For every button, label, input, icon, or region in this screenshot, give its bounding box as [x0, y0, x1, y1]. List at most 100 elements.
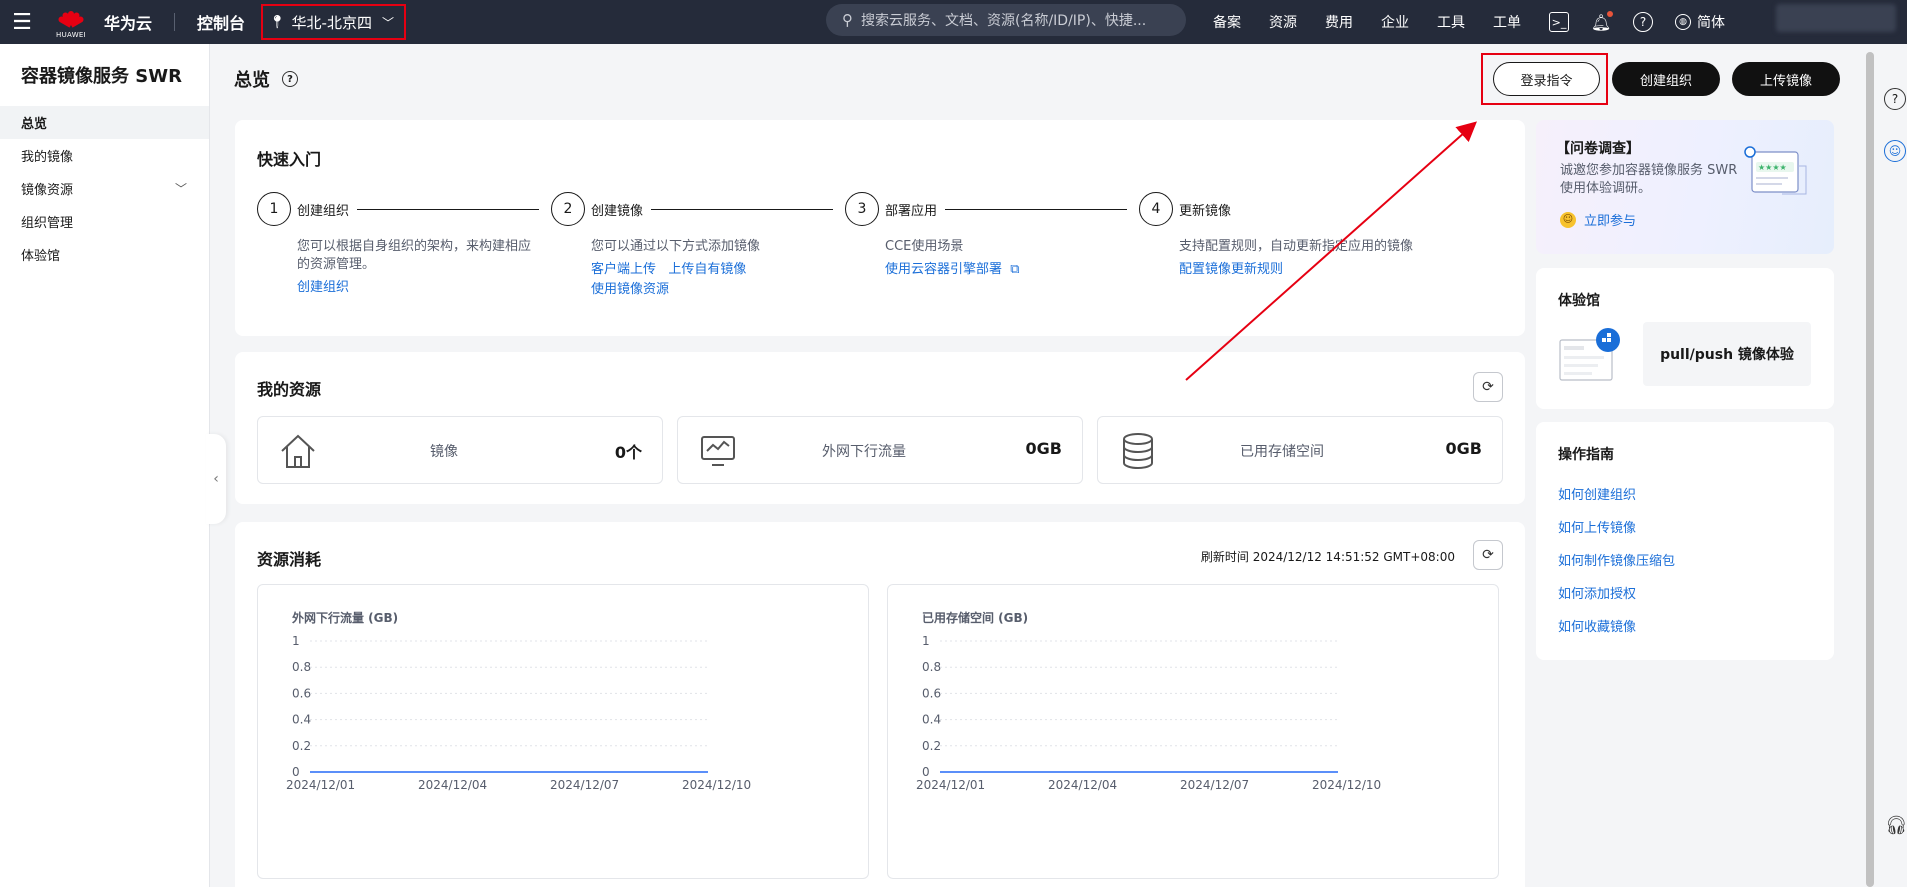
step-connector: [945, 208, 1128, 210]
sidebar-item-my-images[interactable]: 我的镜像: [0, 139, 209, 172]
customer-service-icon[interactable]: 🎧︎: [1885, 815, 1907, 836]
x-tick-label: 2024/12/04: [418, 778, 487, 792]
language-selector[interactable]: ◍ 简体: [1675, 12, 1725, 32]
guide-link-favorite-image[interactable]: 如何收藏镜像: [1558, 616, 1675, 649]
page-title-text: 总览: [234, 70, 270, 91]
guide-link-add-authorization[interactable]: 如何添加授权: [1558, 583, 1675, 616]
nav-billing[interactable]: 费用: [1325, 12, 1353, 32]
y-tick-label: 0.2: [292, 739, 311, 753]
nav-beian[interactable]: 备案: [1213, 12, 1241, 32]
resource-consumption-card: 资源消耗 刷新时间 2024/12/12 14:51:52 GMT+08:00 …: [235, 522, 1525, 887]
resource-value: 0GB: [1445, 439, 1482, 458]
nav-resources[interactable]: 资源: [1269, 12, 1297, 32]
guide-link-create-org[interactable]: 如何创建组织: [1558, 484, 1675, 517]
step-name: 创建镜像: [591, 203, 644, 219]
y-tick-label: 0.6: [292, 686, 311, 700]
chart-title: 外网下行流量 (GB): [292, 610, 398, 625]
region-selector[interactable]: 📍︎ 华北-北京四 ﹀: [261, 4, 406, 40]
step-connector: [651, 208, 834, 210]
refresh-button[interactable]: ⟳: [1473, 372, 1503, 402]
deploy-with-cce-link[interactable]: 使用云容器引擎部署: [885, 262, 1002, 277]
help-icon[interactable]: ?: [282, 71, 298, 87]
feedback-smiley-icon[interactable]: ☺: [1884, 140, 1906, 162]
step-number: 1: [257, 192, 291, 226]
my-resources-card: 我的资源 ⟳ 镜像 0个 外网下行流量 0GB 已用存储空间 0GB: [235, 352, 1525, 504]
docker-illustration-icon: [1559, 328, 1620, 381]
nav-tickets[interactable]: 工单: [1493, 12, 1521, 32]
sidebar-item-overview[interactable]: 总览: [0, 106, 209, 139]
y-tick-label: 0.4: [292, 713, 311, 727]
experience-hall-title: 体验馆: [1558, 293, 1600, 309]
resource-traffic: 外网下行流量 0GB: [677, 416, 1083, 484]
external-link-icon: ⧉: [1006, 262, 1020, 277]
survey-illustration-icon: ★★★★: [1744, 146, 1807, 195]
sidebar-item-org-management[interactable]: 组织管理: [0, 205, 209, 238]
sidebar-item-experience-hall[interactable]: 体验馆: [0, 238, 209, 271]
search-icon: ⚲: [842, 11, 853, 29]
y-tick-label: 0.8: [292, 660, 311, 674]
create-org-link[interactable]: 创建组织: [297, 280, 349, 295]
sidebar-item-image-resources[interactable]: 镜像资源 ﹀: [0, 172, 209, 205]
menu-icon[interactable]: ☰: [0, 0, 44, 44]
x-tick-label: 2024/12/10: [682, 778, 751, 792]
nav-tools[interactable]: 工具: [1437, 12, 1465, 32]
search-placeholder: 搜索云服务、文档、资源(名称/ID/IP)、快捷...: [861, 13, 1147, 29]
nav-enterprise[interactable]: 企业: [1381, 12, 1409, 32]
help-icon[interactable]: ?: [1633, 12, 1653, 32]
step-description: 您可以根据自身组织的架构，来构建相应的资源管理。: [297, 239, 532, 272]
guide-link-upload-image[interactable]: 如何上传镜像: [1558, 517, 1675, 550]
survey-description: 诚邀您参加容器镜像服务 SWR 使用体验调研。: [1560, 163, 1738, 196]
service-title: 容器镜像服务 SWR: [21, 66, 182, 87]
step-description: 支持配置规则，自动更新指定应用的镜像: [1179, 239, 1414, 254]
survey-card: 【问卷调查】 诚邀您参加容器镜像服务 SWR 使用体验调研。 ☺ 立即参与 ★★…: [1536, 120, 1834, 254]
step-number: 2: [551, 192, 585, 226]
image-update-rules-link[interactable]: 配置镜像更新规则: [1179, 262, 1283, 277]
y-tick-label: 1: [922, 634, 930, 648]
x-tick-label: 2024/12/07: [550, 778, 619, 792]
guide-link-make-package[interactable]: 如何制作镜像压缩包: [1558, 550, 1675, 583]
create-org-button[interactable]: 创建组织: [1612, 62, 1720, 96]
step-1: 1 创建组织 您可以根据自身组织的架构，来构建相应的资源管理。 创建组织: [257, 192, 540, 298]
y-tick-label: 0.8: [922, 660, 941, 674]
y-tick-label: 0: [922, 765, 930, 779]
images-link[interactable]: 镜像: [430, 441, 458, 461]
refresh-time: 刷新时间 2024/12/12 14:51:52 GMT+08:00: [1200, 550, 1455, 564]
experience-hall-card: 体验馆 pull/push 镜像体验: [1536, 268, 1834, 409]
pull-push-experience-button[interactable]: pull/push 镜像体验: [1643, 322, 1811, 386]
upload-own-image-link[interactable]: 上传自有镜像: [668, 262, 746, 277]
traffic-chart: 外网下行流量 (GB) 0 0.2 0.4 0.6 0.8 1 2024/12/01 2024/…: [257, 584, 869, 879]
my-resources-title: 我的资源: [257, 380, 322, 399]
y-tick-label: 1: [292, 634, 300, 648]
x-tick-label: 2024/12/04: [1048, 778, 1117, 792]
page-scrollbar[interactable]: [1866, 52, 1874, 887]
database-icon: [1123, 433, 1153, 470]
client-upload-link[interactable]: 客户端上传: [591, 262, 656, 277]
global-search-input[interactable]: ⚲ 搜索云服务、文档、资源(名称/ID/IP)、快捷...: [826, 4, 1186, 36]
traffic-chart-svg: 外网下行流量 (GB) 0 0.2 0.4 0.6 0.8 1 2024/12/01 2024/…: [286, 610, 751, 792]
bell-icon[interactable]: 🔔︎: [1591, 11, 1613, 32]
sidebar-collapse-button[interactable]: ‹: [206, 434, 226, 524]
operation-guide-title: 操作指南: [1558, 447, 1614, 463]
upload-image-button[interactable]: 上传镜像: [1732, 62, 1840, 96]
annotation-highlight-box: [1481, 53, 1608, 105]
location-pin-icon: 📍︎: [269, 14, 286, 30]
resource-value: 0个: [614, 443, 642, 462]
help-icon[interactable]: ?: [1884, 88, 1906, 110]
survey-join-link[interactable]: ☺ 立即参与: [1560, 210, 1636, 229]
refresh-button[interactable]: ⟳: [1473, 540, 1503, 570]
use-image-resources-link[interactable]: 使用镜像资源: [591, 282, 669, 297]
cloud-shell-icon[interactable]: >_: [1549, 12, 1569, 32]
globe-icon: ◍: [1675, 14, 1691, 30]
page-title: 总览 ?: [234, 66, 298, 92]
console-link[interactable]: 控制台: [197, 10, 245, 34]
operation-guide-card: 操作指南 如何创建组织 如何上传镜像 如何制作镜像压缩包 如何添加授权 如何收藏…: [1536, 422, 1834, 660]
region-label: 华北-北京四: [291, 13, 372, 32]
guide-links: 如何创建组织 如何上传镜像 如何制作镜像压缩包 如何添加授权 如何收藏镜像: [1558, 484, 1675, 649]
top-nav: 备案 资源 费用 企业 工具 工单 >_ 🔔︎ ? ◍ 简体: [1213, 0, 1725, 44]
step-number: 4: [1139, 192, 1173, 226]
huawei-logo[interactable]: HUAWEI 华为云: [56, 10, 152, 39]
account-menu[interactable]: [1776, 4, 1896, 32]
storage-chart: 已用存储空间 (GB) 0 0.2 0.4 0.6 0.8 1 2024/12/01 2024/…: [887, 584, 1499, 879]
quick-start-card: 快速入门 1 创建组织 您可以根据自身组织的架构，来构建相应的资源管理。 创建组…: [235, 120, 1525, 336]
y-tick-label: 0.4: [922, 713, 941, 727]
